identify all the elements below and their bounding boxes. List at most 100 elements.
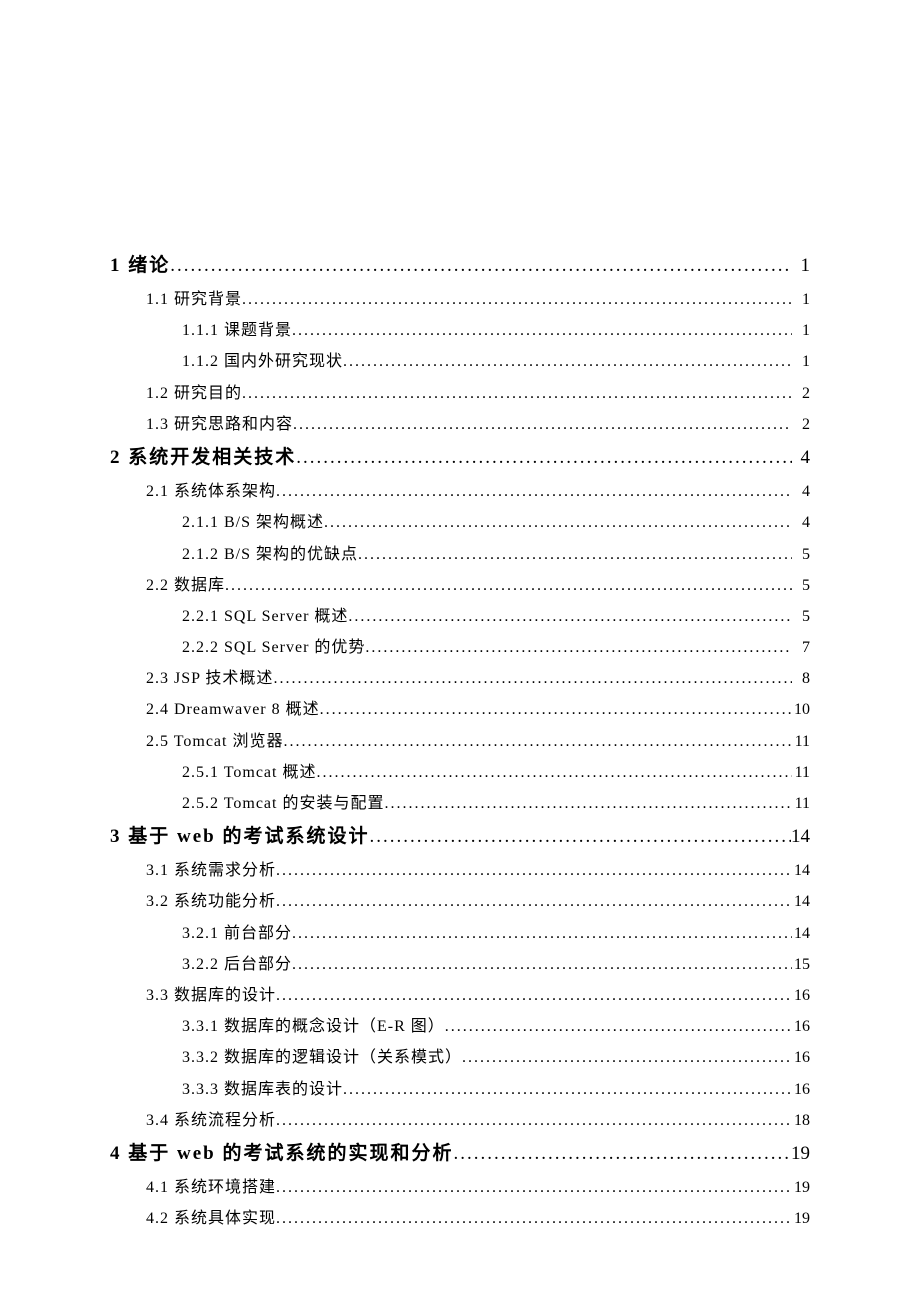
- toc-leader: [324, 507, 792, 538]
- toc-leader: [276, 855, 792, 886]
- toc-entry-label: 3.4 系统流程分析: [146, 1105, 276, 1136]
- toc-leader: [242, 378, 792, 409]
- toc-entry: 1 绪论 1: [110, 248, 810, 284]
- toc-entry-label: 2.5 Tomcat 浏览器: [146, 726, 283, 757]
- toc-entry-label: 1.2 研究目的: [146, 378, 242, 409]
- toc-leader: [273, 663, 792, 694]
- toc-leader: [276, 886, 792, 917]
- toc-entry-label: 1.1 研究背景: [146, 284, 242, 315]
- toc-leader: [358, 539, 792, 570]
- toc-leader: [384, 788, 792, 819]
- toc-entry-page: 14: [792, 886, 810, 917]
- toc-entry-page: 10: [792, 694, 810, 725]
- toc-entry-label: 2 系统开发相关技术: [110, 440, 296, 476]
- toc-entry-page: 1: [792, 248, 810, 284]
- toc-entry: 2.5.1 Tomcat 概述 11: [110, 757, 810, 788]
- toc-leader: [276, 1172, 792, 1203]
- toc-entry-page: 2: [792, 378, 810, 409]
- toc-leader: [276, 1203, 792, 1234]
- toc-entry: 3.3.3 数据库表的设计 16: [110, 1074, 810, 1105]
- toc-entry-label: 3 基于 web 的考试系统设计: [110, 819, 369, 855]
- toc-entry-label: 3.3.1 数据库的概念设计（E-R 图）: [182, 1011, 445, 1042]
- toc-entry-label: 2.2.2 SQL Server 的优势: [182, 632, 365, 663]
- toc-leader: [292, 918, 792, 949]
- toc-entry-label: 4.2 系统具体实现: [146, 1203, 276, 1234]
- toc-leader: [276, 476, 792, 507]
- toc-entry: 3.2 系统功能分析 14: [110, 886, 810, 917]
- toc-entry-page: 11: [792, 788, 810, 819]
- toc-entry: 2.2.1 SQL Server 概述 5: [110, 601, 810, 632]
- toc-entry-label: 1.1.2 国内外研究现状: [182, 346, 343, 377]
- toc-entry: 2 系统开发相关技术4: [110, 440, 810, 476]
- toc-entry-label: 3.2 系统功能分析: [146, 886, 276, 917]
- toc-entry: 2.4 Dreamwaver 8 概述10: [110, 694, 810, 725]
- toc-leader: [343, 346, 792, 377]
- toc-leader: [225, 570, 792, 601]
- toc-entry-page: 15: [792, 949, 810, 980]
- toc-entry-label: 2.5.2 Tomcat 的安装与配置: [182, 788, 384, 819]
- toc-entry-label: 3.1 系统需求分析: [146, 855, 276, 886]
- toc-leader: [348, 601, 792, 632]
- toc-entry-label: 2.2 数据库: [146, 570, 225, 601]
- toc-entry: 3 基于 web 的考试系统设计 14: [110, 819, 810, 855]
- toc-entry-page: 19: [792, 1172, 810, 1203]
- toc-entry-page: 16: [792, 1074, 810, 1105]
- toc-entry: 2.1.1 B/S 架构概述 4: [110, 507, 810, 538]
- toc-entry: 3.1 系统需求分析14: [110, 855, 810, 886]
- toc-entry-page: 4: [792, 476, 810, 507]
- toc-entry: 4.2 系统具体实现19: [110, 1203, 810, 1234]
- toc-entry-label: 3.2.1 前台部分: [182, 918, 292, 949]
- table-of-contents: 1 绪论11.1 研究背景11.1.1 课题背景11.1.2 国内外研究现状11…: [110, 248, 810, 1234]
- toc-leader: [242, 284, 792, 315]
- toc-entry-label: 2.1.1 B/S 架构概述: [182, 507, 324, 538]
- toc-leader: [293, 409, 792, 440]
- toc-entry-page: 5: [792, 570, 810, 601]
- toc-entry-page: 5: [792, 601, 810, 632]
- toc-leader: [170, 248, 792, 284]
- toc-entry-page: 16: [792, 1042, 810, 1073]
- toc-leader: [365, 632, 792, 663]
- toc-entry-page: 18: [792, 1105, 810, 1136]
- toc-entry: 2.3 JSP 技术概述8: [110, 663, 810, 694]
- toc-entry: 3.2.1 前台部分 14: [110, 918, 810, 949]
- toc-leader: [445, 1011, 792, 1042]
- toc-entry: 1.2 研究目的 2: [110, 378, 810, 409]
- toc-leader: [276, 980, 792, 1011]
- toc-entry: 3.2.2 后台部分 15: [110, 949, 810, 980]
- toc-entry-page: 1: [792, 346, 810, 377]
- toc-entry-page: 4: [792, 507, 810, 538]
- toc-entry-label: 1.1.1 课题背景: [182, 315, 292, 346]
- toc-entry-page: 16: [792, 1011, 810, 1042]
- toc-entry-label: 2.3 JSP 技术概述: [146, 663, 273, 694]
- toc-entry-page: 19: [791, 1136, 810, 1172]
- toc-entry-label: 1.3 研究思路和内容: [146, 409, 293, 440]
- toc-entry-page: 11: [792, 726, 810, 757]
- toc-entry-label: 2.5.1 Tomcat 概述: [182, 757, 316, 788]
- toc-entry-page: 14: [791, 819, 810, 855]
- toc-entry-label: 1 绪论: [110, 248, 170, 284]
- toc-leader: [320, 694, 792, 725]
- toc-leader: [316, 757, 792, 788]
- toc-entry-page: 14: [792, 918, 810, 949]
- toc-leader: [369, 819, 791, 855]
- toc-leader: [283, 726, 792, 757]
- toc-entry: 1.3 研究思路和内容2: [110, 409, 810, 440]
- toc-entry: 2.1 系统体系架构4: [110, 476, 810, 507]
- toc-leader: [276, 1105, 792, 1136]
- toc-entry-label: 4 基于 web 的考试系统的实现和分析: [110, 1136, 453, 1172]
- toc-entry: 2.1.2 B/S 架构的优缺点5: [110, 539, 810, 570]
- toc-entry-page: 16: [792, 980, 810, 1011]
- toc-entry-label: 3.3.3 数据库表的设计: [182, 1074, 343, 1105]
- toc-entry-label: 2.2.1 SQL Server 概述: [182, 601, 348, 632]
- toc-entry-page: 11: [792, 757, 810, 788]
- toc-entry: 4 基于 web 的考试系统的实现和分析 19: [110, 1136, 810, 1172]
- toc-leader: [462, 1042, 792, 1073]
- toc-entry: 2.2.2 SQL Server 的优势7: [110, 632, 810, 663]
- toc-entry: 1.1 研究背景1: [110, 284, 810, 315]
- toc-entry: 1.1.2 国内外研究现状 1: [110, 346, 810, 377]
- toc-entry: 2.5 Tomcat 浏览器 11: [110, 726, 810, 757]
- toc-leader: [292, 315, 792, 346]
- toc-entry: 4.1 系统环境搭建19: [110, 1172, 810, 1203]
- toc-entry-page: 5: [792, 539, 810, 570]
- toc-entry-label: 3.2.2 后台部分: [182, 949, 292, 980]
